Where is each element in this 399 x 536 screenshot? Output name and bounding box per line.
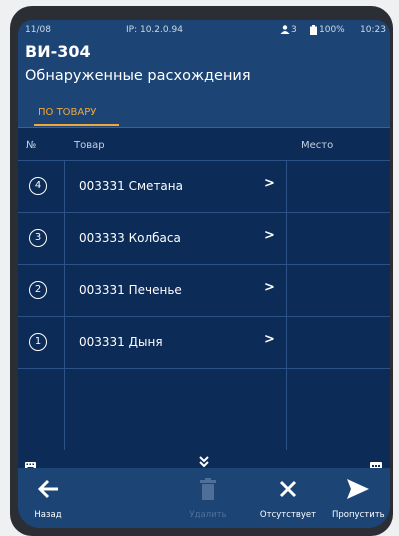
table-row[interactable]: 1 003331 Дыня >	[18, 316, 390, 368]
row-product: 003333 Колбаса	[79, 231, 181, 245]
chevron-right-icon[interactable]: >	[264, 228, 275, 243]
table-row[interactable]: 2 003331 Печенье >	[18, 264, 390, 316]
chevron-right-icon[interactable]: >	[264, 332, 275, 347]
row-product: 003331 Сметана	[79, 179, 183, 193]
back-button[interactable]: Назад	[18, 468, 78, 528]
arrow-left-icon	[18, 476, 78, 502]
delete-label: Удалить	[189, 510, 227, 520]
tab-active-indicator	[34, 124, 119, 126]
row-number: 1	[29, 333, 47, 351]
status-date: 11/08	[25, 25, 51, 35]
skip-label: Пропустить	[332, 510, 385, 520]
absent-button[interactable]: Отсутствует	[254, 468, 322, 528]
row-product: 003331 Печенье	[79, 283, 182, 297]
grid-line	[18, 368, 390, 369]
column-header-place: Место	[301, 140, 334, 151]
chevron-right-icon[interactable]: >	[264, 176, 275, 191]
discrepancy-table: № Товар Место 4 003331 Сметана > 3 00333…	[18, 128, 390, 450]
tab-by-product[interactable]: ПО ТОВАРУ	[38, 107, 96, 118]
page-subtitle: Обнаруженные расхождения	[25, 68, 251, 84]
screen: 11/08 IP: 10.2.0.94 3 100% 10:23 ВИ-304 …	[18, 20, 390, 528]
status-time: 10:23	[360, 25, 386, 35]
trash-icon	[178, 476, 238, 502]
column-header-num: №	[26, 140, 37, 151]
skip-button[interactable]: Пропустить	[326, 468, 390, 528]
status-bar: 11/08 IP: 10.2.0.94 3 100% 10:23	[18, 20, 390, 40]
device: 11/08 IP: 10.2.0.94 3 100% 10:23 ВИ-304 …	[0, 0, 399, 536]
chevron-right-icon[interactable]: >	[264, 280, 275, 295]
keyboard-bar	[18, 450, 390, 470]
page-title: ВИ-304	[25, 42, 91, 61]
absent-label: Отсутствует	[259, 510, 317, 520]
status-users-count: 3	[291, 25, 297, 35]
battery-icon	[310, 25, 317, 38]
table-row[interactable]: 3 003333 Колбаса >	[18, 212, 390, 264]
delete-button[interactable]: Удалить	[178, 468, 238, 528]
close-icon	[254, 476, 322, 502]
column-header-product: Товар	[74, 140, 105, 151]
row-number: 2	[29, 281, 47, 299]
row-number: 4	[29, 177, 47, 195]
back-label: Назад	[34, 510, 62, 520]
send-icon	[326, 476, 390, 502]
bottom-toolbar: Назад Удалить Отсутствует Пропустить	[18, 468, 390, 528]
row-number: 3	[29, 229, 47, 247]
row-product: 003331 Дыня	[79, 335, 163, 349]
status-ip: IP: 10.2.0.94	[126, 25, 183, 35]
status-battery: 100%	[319, 25, 345, 35]
users-icon	[280, 25, 290, 37]
table-row[interactable]: 4 003331 Сметана >	[18, 160, 390, 212]
